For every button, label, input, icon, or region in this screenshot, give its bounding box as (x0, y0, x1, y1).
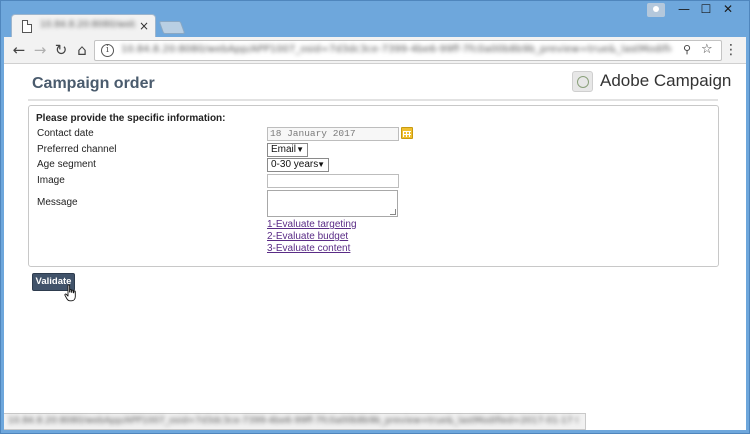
preferred-channel-value: Email (271, 144, 297, 155)
contact-date-label: Contact date (37, 128, 94, 139)
bookmark-star-icon[interactable]: ☆ (701, 42, 713, 57)
calendar-icon[interactable] (401, 127, 413, 139)
header-divider (28, 99, 718, 101)
image-input[interactable] (267, 174, 399, 188)
page-icon (22, 20, 32, 33)
reload-button[interactable]: ↻ (52, 41, 70, 59)
message-textarea[interactable] (267, 190, 398, 217)
info-icon[interactable]: i (101, 44, 114, 57)
preferred-channel-select[interactable]: Email ▼ (267, 143, 308, 157)
forward-button[interactable]: → (31, 41, 49, 59)
back-button[interactable]: ← (10, 41, 28, 59)
home-button[interactable]: ⌂ (73, 41, 91, 59)
message-label: Message (37, 197, 78, 208)
age-segment-value: 0-30 years (271, 159, 319, 170)
contact-date-input[interactable]: 18 January 2017 (267, 127, 399, 141)
page-title: Campaign order (32, 75, 155, 92)
evaluate-targeting-link[interactable]: 1-Evaluate targeting (267, 219, 357, 230)
address-bar[interactable]: i 10.84.8.20:8080/webApp/APP1007_osid=7d… (94, 40, 722, 61)
form-panel: Please provide the specific information:… (28, 105, 719, 267)
close-window-button[interactable]: ✕ (717, 1, 739, 17)
status-bar: 10.84.8.20:8080/webApp/APP1007_osid=7d3d… (4, 413, 586, 430)
adobe-campaign-logo-icon (572, 71, 593, 92)
status-url: 10.84.8.20:8080/webApp/APP1007_osid=7d3d… (8, 416, 578, 426)
brand-name: Adobe Campaign (600, 71, 732, 90)
new-tab-button[interactable] (158, 21, 186, 34)
profile-icon[interactable] (647, 3, 665, 17)
minimize-button[interactable]: — (673, 1, 695, 17)
hand-cursor-icon (64, 284, 76, 302)
url-text[interactable]: 10.84.8.20:8080/webApp/APP1007_osid=7d3d… (121, 44, 671, 58)
dropdown-arrow-icon: ▼ (317, 160, 325, 169)
browser-toolbar: ← → ↻ ⌂ i 10.84.8.20:8080/webApp/APP1007… (4, 37, 746, 64)
preferred-channel-label: Preferred channel (37, 144, 117, 155)
tab-close-icon[interactable]: × (139, 18, 149, 34)
tab-title: 10.84.8.20:8080/webApp/s (40, 20, 135, 30)
browser-menu-icon[interactable]: ⋮ (724, 41, 738, 59)
form-heading: Please provide the specific information: (36, 113, 226, 124)
dropdown-arrow-icon: ▼ (296, 145, 304, 154)
browser-tab[interactable]: 10.84.8.20:8080/webApp/s × (11, 14, 156, 38)
image-label: Image (37, 175, 65, 186)
age-segment-label: Age segment (37, 159, 96, 170)
evaluate-budget-link[interactable]: 2-Evaluate budget (267, 231, 348, 242)
browser-window: 10.84.8.20:8080/webApp/s × — ☐ ✕ ← → ↻ ⌂… (0, 0, 750, 434)
maximize-button[interactable]: ☐ (695, 1, 717, 17)
evaluate-content-link[interactable]: 3-Evaluate content (267, 243, 350, 254)
key-icon[interactable]: ⚲ (683, 43, 691, 56)
page-viewport: Campaign order Adobe Campaign Please pro… (4, 64, 746, 430)
title-bar: 10.84.8.20:8080/webApp/s × — ☐ ✕ (1, 1, 749, 38)
age-segment-select[interactable]: 0-30 years ▼ (267, 158, 329, 172)
